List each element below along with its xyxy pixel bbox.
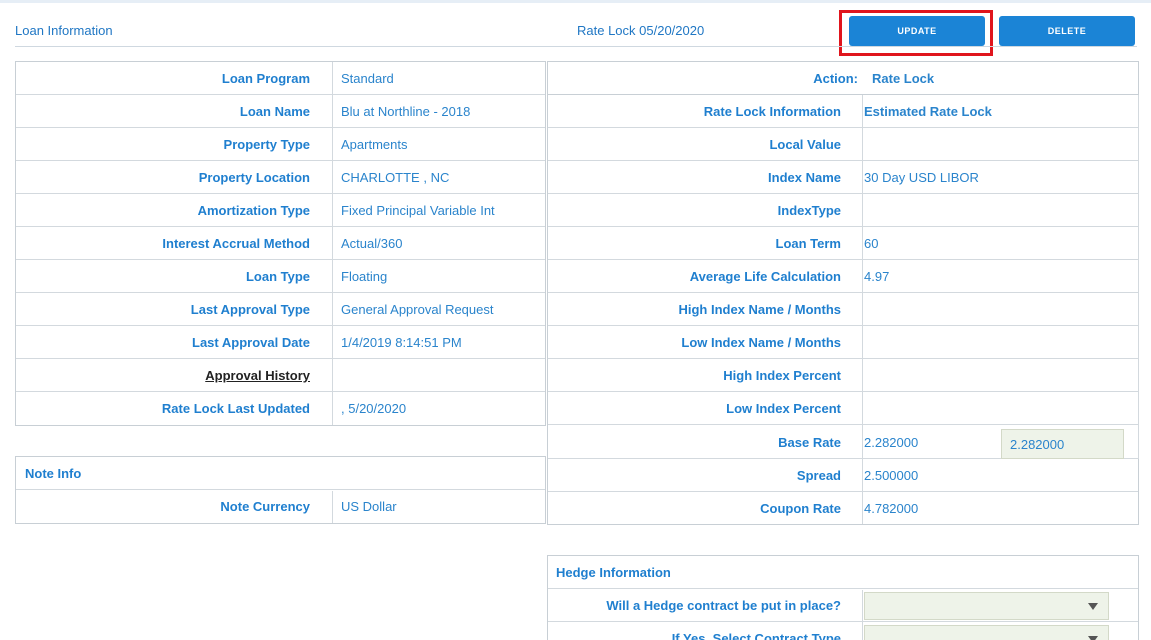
update-button[interactable]: UPDATE	[849, 16, 985, 46]
loan-type-value: Floating	[341, 269, 388, 284]
index-name-label: Index Name	[768, 170, 841, 185]
coupon-rate-value: 4.782000	[864, 501, 919, 516]
index-name-value: 30 Day USD LIBOR	[864, 170, 979, 185]
average-life-calculation-value: 4.97	[864, 269, 890, 284]
loan-row: Loan Program Standard	[16, 62, 545, 95]
note-currency-label: Note Currency	[220, 499, 310, 514]
spread-label: Spread	[796, 468, 841, 483]
loan-row: Last Approval Type General Approval Requ…	[16, 293, 545, 326]
loan-type-label: Loan Type	[245, 269, 310, 284]
rate-row: Local Value	[548, 128, 1138, 161]
rate-lock-panel: Action: Rate Lock Rate Lock Information …	[547, 61, 1139, 525]
hedge-info-title: Hedge Information	[556, 565, 671, 580]
loan-term-value: 60	[864, 236, 879, 251]
amortization-type-value: Fixed Principal Variable Int	[341, 203, 495, 218]
loan-row: Property Location CHARLOTTE , NC	[16, 161, 545, 194]
index-type-label: IndexType	[777, 203, 841, 218]
loan-info-panel: Loan Program Standard Loan Name Blu at N…	[15, 61, 546, 426]
loan-name-label: Loan Name	[239, 104, 310, 119]
base-rate-value: 2.282000	[864, 435, 919, 450]
action-row: Action: Rate Lock	[548, 62, 1138, 95]
last-approval-date-label: Last Approval Date	[192, 335, 310, 350]
rate-lock-information-label: Rate Lock Information	[703, 104, 841, 119]
rate-row: Low Index Name / Months	[548, 326, 1138, 359]
last-approval-type-label: Last Approval Type	[190, 302, 310, 317]
rate-row: Average Life Calculation 4.97	[548, 260, 1138, 293]
interest-accrual-method-label: Interest Accrual Method	[162, 236, 310, 251]
approval-history-link-wrap: Approval History	[16, 359, 310, 392]
loan-row: Approval History	[16, 359, 545, 392]
base-rate-label: Base Rate	[778, 435, 841, 450]
property-type-value: Apartments	[341, 137, 408, 152]
rate-row: High Index Name / Months	[548, 293, 1138, 326]
rate-row: Rate Lock Information Estimated Rate Loc…	[548, 95, 1138, 128]
loan-row: Property Type Apartments	[16, 128, 545, 161]
property-location-label: Property Location	[198, 170, 310, 185]
coupon-rate-label: Coupon Rate	[760, 501, 841, 516]
delete-button[interactable]: DELETE	[999, 16, 1135, 46]
rate-row: Coupon Rate 4.782000	[548, 492, 1138, 525]
base-rate-input[interactable]	[1001, 429, 1124, 459]
rate-lock-last-updated-value: , 5/20/2020	[341, 401, 407, 416]
action-value: Rate Lock	[872, 71, 935, 86]
note-currency-value: US Dollar	[341, 499, 397, 514]
interest-accrual-method-value: Actual/360	[341, 236, 403, 251]
loan-row: Loan Type Floating	[16, 260, 545, 293]
low-index-name-months-label: Low Index Name / Months	[681, 335, 841, 350]
hedge-row: If Yes, Select Contract Type	[548, 622, 1138, 640]
hedge-contract-select[interactable]	[864, 592, 1109, 620]
loan-row: Rate Lock Last Updated , 5/20/2020	[16, 392, 545, 425]
local-value-label: Local Value	[769, 137, 841, 152]
rate-lock-last-updated-label: Rate Lock Last Updated	[161, 401, 310, 416]
rate-row: IndexType	[548, 194, 1138, 227]
rate-row: Spread 2.500000	[548, 459, 1138, 492]
property-location-value: CHARLOTTE , NC	[341, 170, 450, 185]
top-border	[0, 0, 1151, 3]
page-title: Loan Information	[15, 23, 113, 38]
hedge-contract-question-label: Will a Hedge contract be put in place?	[606, 598, 841, 613]
hedge-row: Will a Hedge contract be put in place?	[548, 589, 1138, 622]
last-approval-date-value: 1/4/2019 8:14:51 PM	[341, 335, 462, 350]
property-type-label: Property Type	[223, 137, 310, 152]
hedge-info-panel: Hedge Information Will a Hedge contract …	[547, 555, 1139, 640]
loan-term-label: Loan Term	[775, 236, 842, 251]
rate-row: High Index Percent	[548, 359, 1138, 392]
contract-type-select[interactable]	[864, 625, 1109, 640]
high-index-percent-label: High Index Percent	[723, 368, 841, 383]
rate-row: Loan Term 60	[548, 227, 1138, 260]
high-index-name-months-label: High Index Name / Months	[678, 302, 841, 317]
note-row: Note Currency US Dollar	[16, 490, 545, 523]
loan-row: Interest Accrual Method Actual/360	[16, 227, 545, 260]
note-info-header: Note Info	[16, 457, 545, 490]
low-index-percent-label: Low Index Percent	[726, 401, 841, 416]
rate-row: Base Rate 2.282000	[548, 426, 1138, 459]
loan-row: Amortization Type Fixed Principal Variab…	[16, 194, 545, 227]
rate-lock-information-value: Estimated Rate Lock	[864, 104, 992, 119]
loan-row: Last Approval Date 1/4/2019 8:14:51 PM	[16, 326, 545, 359]
rate-row: Index Name 30 Day USD LIBOR	[548, 161, 1138, 194]
header-divider	[15, 46, 1137, 47]
note-info-panel: Note Info Note Currency US Dollar	[15, 456, 546, 524]
approval-history-link[interactable]: Approval History	[205, 368, 310, 383]
average-life-calculation-label: Average Life Calculation	[689, 269, 841, 284]
action-label: Action:	[813, 71, 858, 86]
chevron-down-icon	[1088, 636, 1098, 640]
loan-program-label: Loan Program	[221, 71, 310, 86]
spread-value: 2.500000	[864, 468, 919, 483]
hedge-info-header: Hedge Information	[548, 556, 1138, 589]
loan-row: Loan Name Blu at Northline - 2018	[16, 95, 545, 128]
note-info-title: Note Info	[25, 466, 82, 481]
loan-program-value: Standard	[341, 71, 394, 86]
contract-type-label: If Yes, Select Contract Type	[671, 631, 841, 640]
rate-row: Low Index Percent	[548, 392, 1138, 425]
amortization-type-label: Amortization Type	[197, 203, 310, 218]
rate-lock-subtitle: Rate Lock 05/20/2020	[577, 23, 705, 38]
loan-name-value: Blu at Northline - 2018	[341, 104, 471, 119]
last-approval-type-value: General Approval Request	[341, 302, 494, 317]
chevron-down-icon	[1088, 603, 1098, 610]
inner-border	[1138, 95, 1139, 459]
